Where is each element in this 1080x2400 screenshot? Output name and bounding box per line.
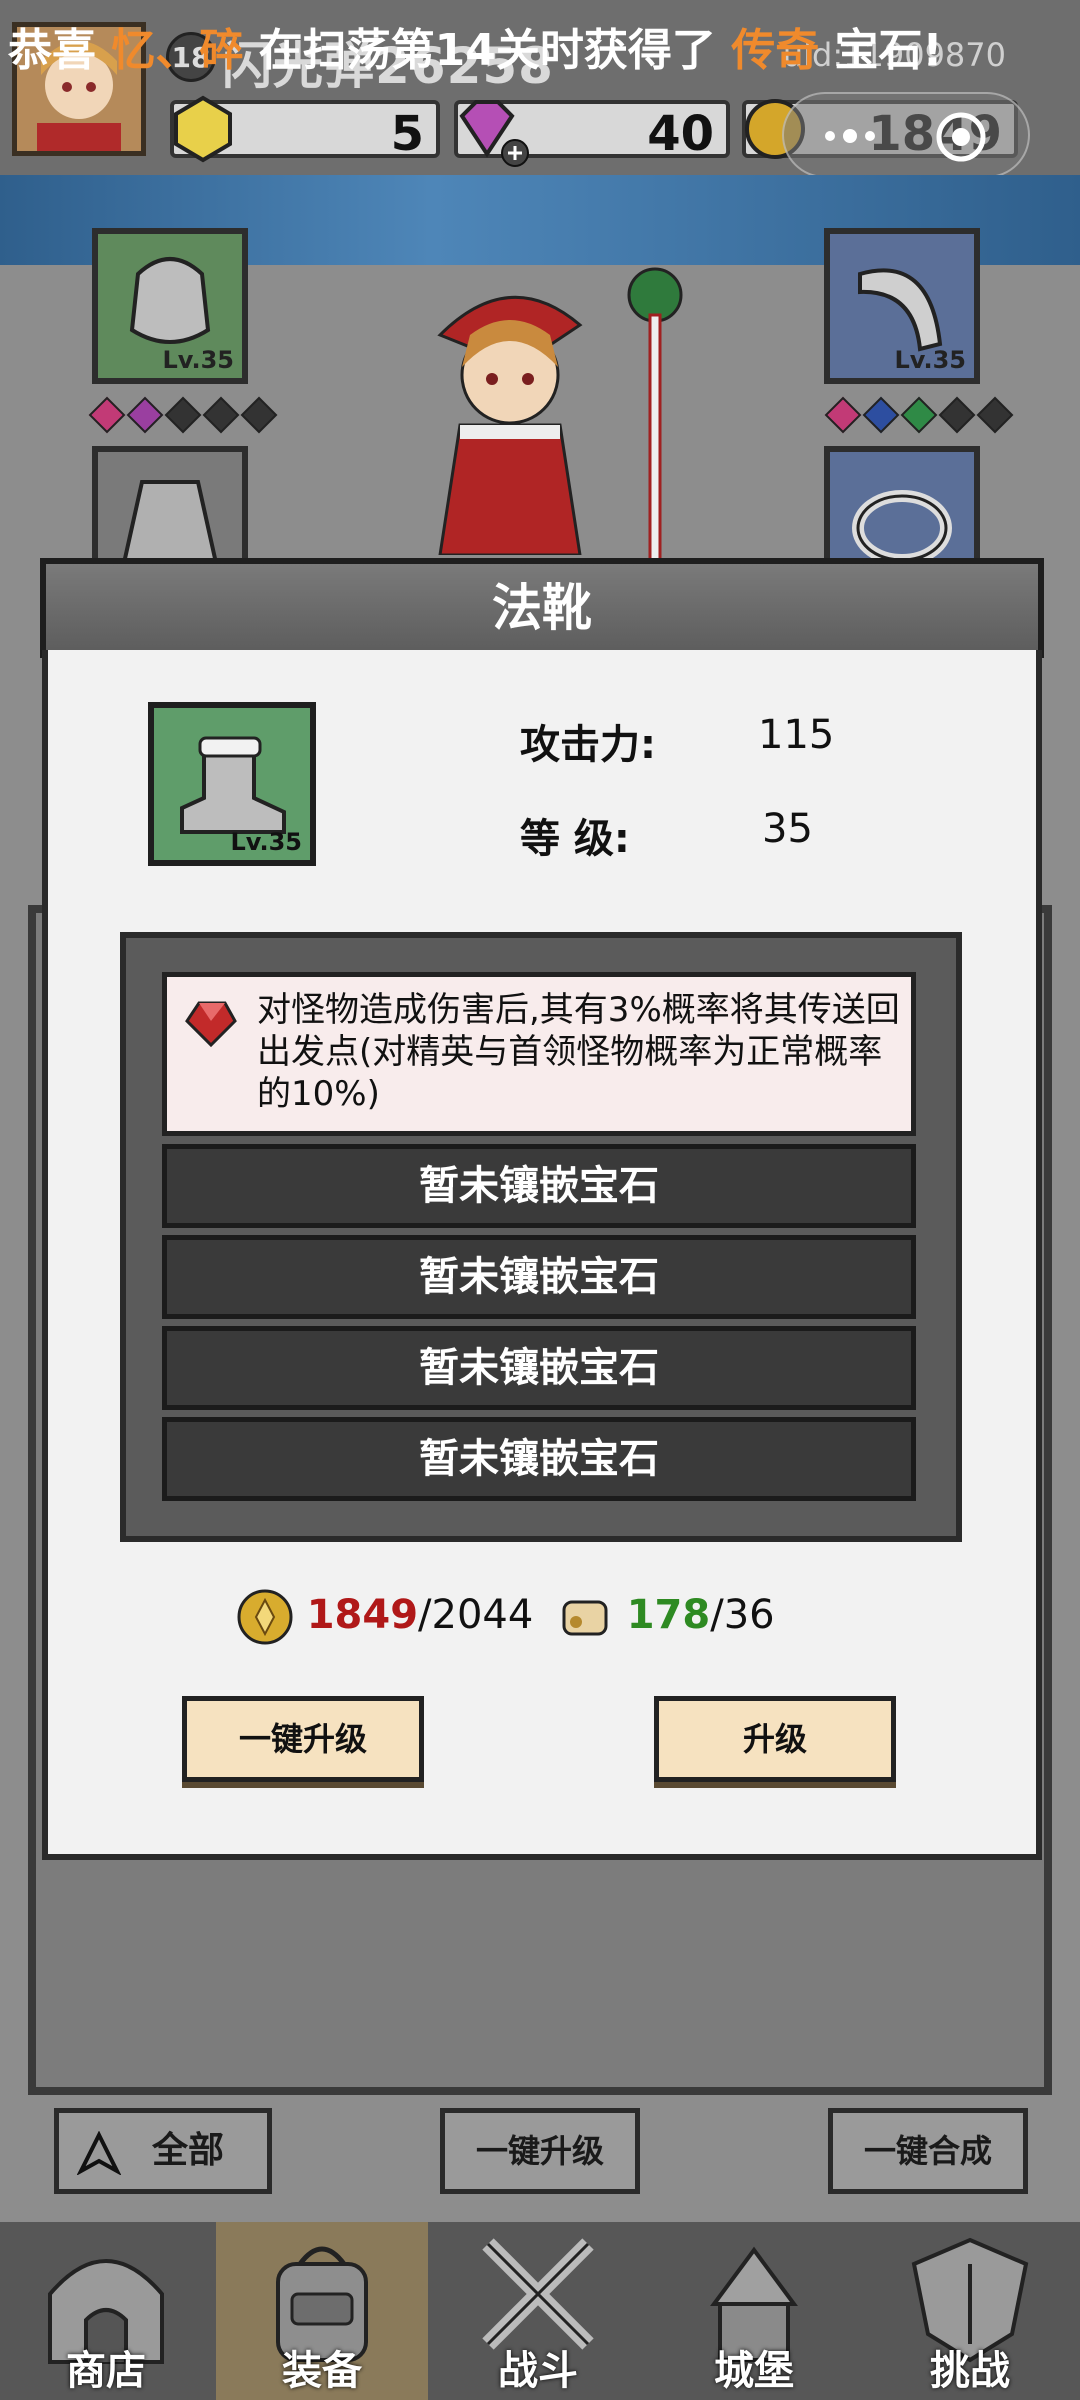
miniprogram-capsule[interactable] [782,92,1030,178]
level-label: 等 级: [520,816,630,862]
scroll-have: 178 [626,1592,711,1638]
empty-socket-3[interactable]: 暂未镶嵌宝石 [162,1326,916,1410]
gem-empty-icon [976,396,1014,434]
scroll-need: /36 [710,1592,775,1638]
gem-empty-icon [202,396,240,434]
nav-equipment[interactable]: 装备 [216,2222,428,2400]
slot-weapon[interactable]: Lv.35 [824,228,980,384]
more-dots-icon[interactable] [820,118,880,154]
nav-castle-label: 城堡 [714,2348,794,2394]
gem-empty-icon [164,396,202,434]
santa-girl-icon [437,295,583,555]
coin-cost: 1849/2044 [236,1588,533,1652]
nav-challenge-label: 挑战 [930,2348,1010,2394]
filter-triangle-icon [77,2131,121,2175]
gem-effect-text: 对怪物造成伤害后,其有3%概率将其传送回出发点(对精英与首领怪物概率为正常概率的… [257,990,900,1114]
gem-green-icon [900,396,938,434]
nav-shop[interactable]: 商店 [0,2222,212,2400]
slot-weapon-level: Lv.35 [894,346,967,374]
nav-battle[interactable]: 战斗 [432,2222,644,2400]
gem-blue-icon [862,396,900,434]
gem-pink-icon [88,396,126,434]
gem-empty-icon [938,396,976,434]
coin-have: 1849 [306,1592,419,1638]
scroll-icon [562,1600,608,1636]
right-gem-row [824,396,1014,434]
item-level: Lv.35 [230,828,303,856]
left-gem-row [88,396,278,434]
attack-value: 115 [758,712,835,758]
empty-socket-4[interactable]: 暂未镶嵌宝石 [162,1417,916,1501]
gem-empty-icon [240,396,278,434]
scroll-cost: 178/36 [556,1588,775,1652]
slot-helmet-level: Lv.35 [162,346,235,374]
empty-socket-2[interactable]: 暂未镶嵌宝石 [162,1235,916,1319]
ruby-gem-icon [185,1001,237,1048]
filter-all-button[interactable]: 全部 [54,2108,272,2194]
diamond-count: 40 [647,106,714,162]
gold-coin-icon [237,1589,293,1645]
bulk-upgrade-button[interactable]: 一键升级 [440,2108,640,2194]
gold-hexagon-icon [174,95,232,163]
modal-title: 法靴 [492,579,592,637]
gem-purple-icon [126,396,164,434]
character-sprite [360,265,720,565]
nav-equipment-label: 装备 [282,2348,362,2394]
upgrade-button[interactable]: 升级 [654,1696,896,1782]
attack-label: 攻击力: [520,722,656,768]
one-click-upgrade-button[interactable]: 一键升级 [182,1696,424,1782]
nav-castle[interactable]: 城堡 [648,2222,860,2400]
close-target-icon[interactable] [934,110,988,164]
announcement-text: 恭喜 忆、碎 在扫荡第14关时获得了 传奇 宝石! [8,25,943,76]
add-diamond-icon[interactable] [500,138,530,168]
level-value: 35 [762,806,813,852]
gold-count: 5 [390,106,424,162]
coin-need: /2044 [418,1592,534,1638]
nav-challenge[interactable]: 挑战 [864,2222,1076,2400]
gold-resource: 5 [170,95,440,163]
nav-battle-label: 战斗 [498,2348,578,2394]
gem-pink-icon [824,396,862,434]
socketed-gem-effect[interactable]: 对怪物造成伤害后,其有3%概率将其传送回出发点(对精英与首领怪物概率为正常概率的… [162,972,916,1136]
bulk-merge-button[interactable]: 一键合成 [828,2108,1028,2194]
candy-staff-icon [627,267,683,565]
nav-shop-label: 商店 [66,2348,146,2394]
empty-socket-1[interactable]: 暂未镶嵌宝石 [162,1144,916,1228]
diamond-resource: 40 [454,100,730,167]
item-icon: Lv.35 [148,702,316,866]
slot-helmet[interactable]: Lv.35 [92,228,248,384]
